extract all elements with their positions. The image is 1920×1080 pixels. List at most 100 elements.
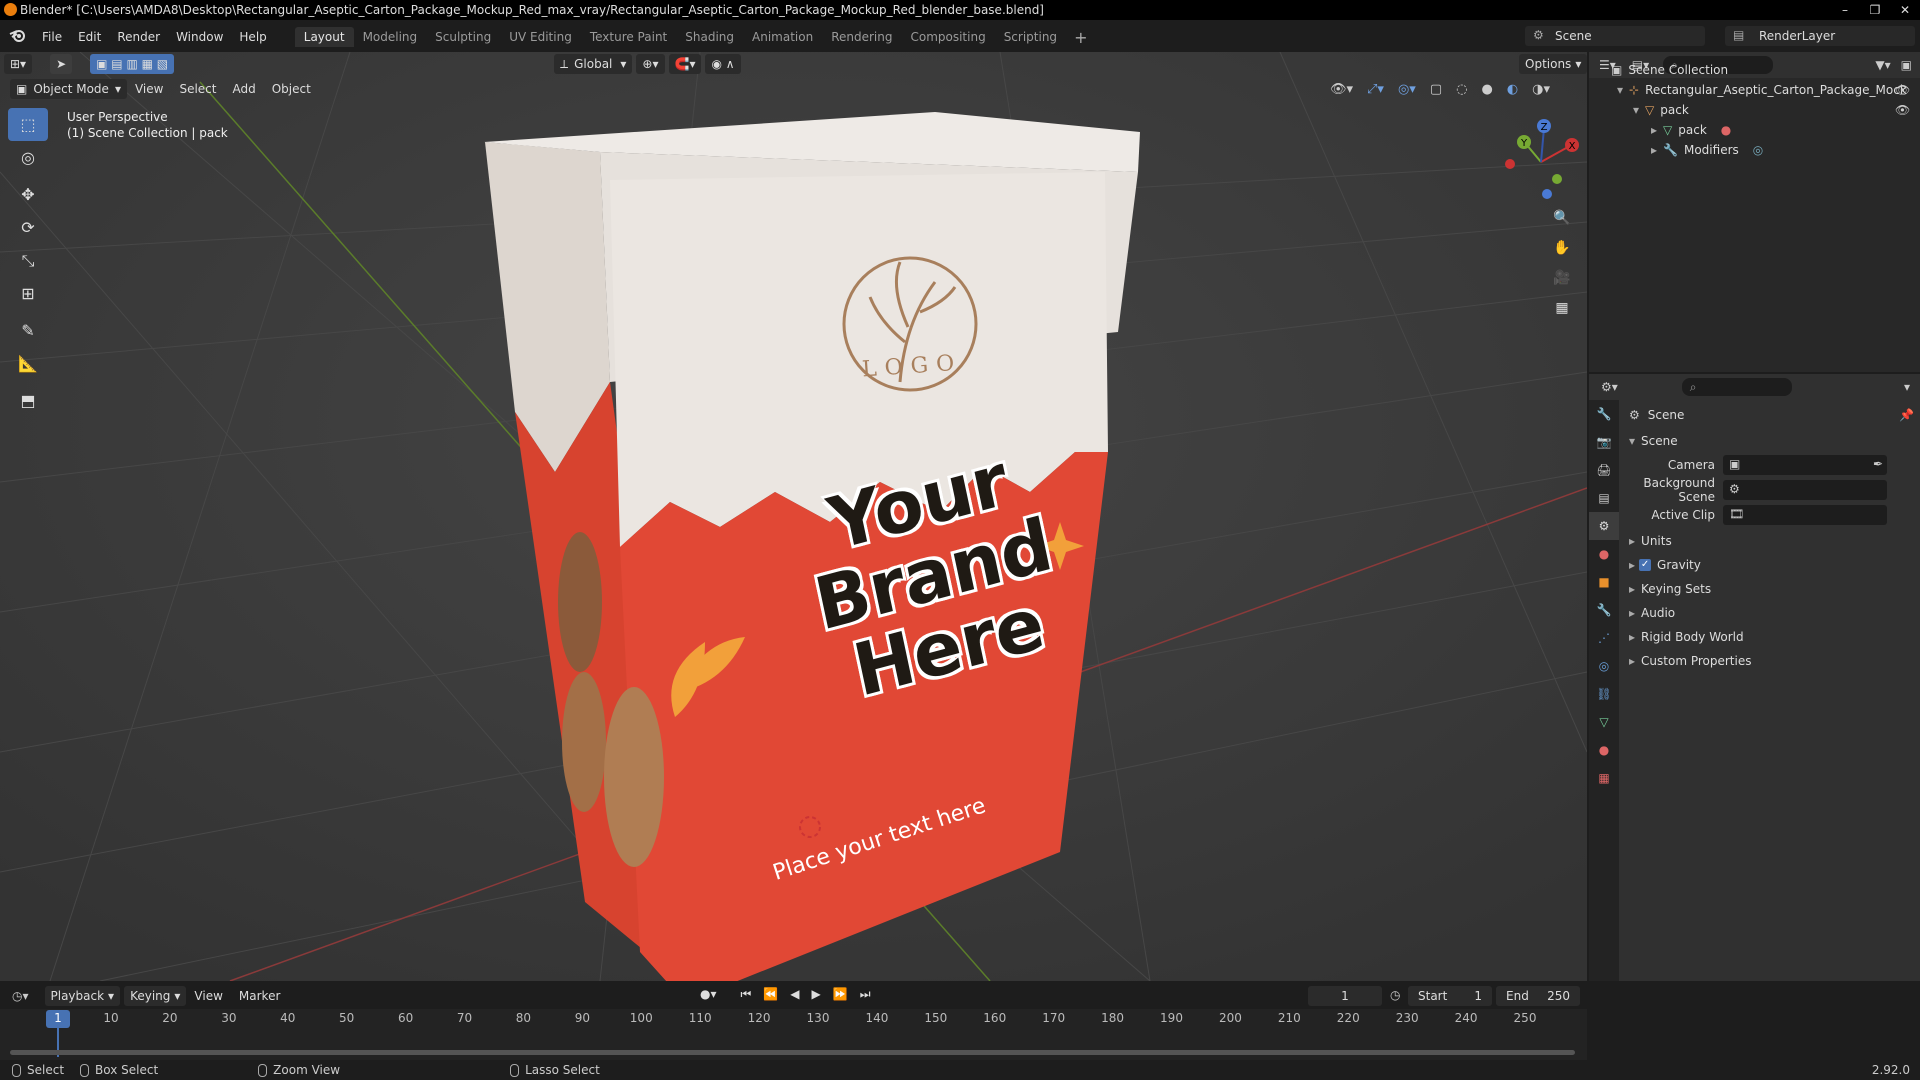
blender-logo-icon[interactable] bbox=[0, 28, 34, 46]
move-tool[interactable]: ✥ bbox=[8, 178, 48, 211]
keying-sets-panel-header[interactable]: ▸ Keying Sets bbox=[1629, 578, 1711, 600]
3d-viewport[interactable]: LOGO Your Brand Here Place your text her… bbox=[0, 52, 1587, 981]
timeline-menu-view[interactable]: View bbox=[186, 989, 230, 1003]
tab-sculpting[interactable]: Sculpting bbox=[426, 27, 500, 47]
rendered-shading-icon[interactable]: ◑▾ bbox=[1532, 82, 1550, 97]
rotate-tool[interactable]: ⟳ bbox=[8, 211, 48, 244]
minimize-button[interactable]: – bbox=[1830, 0, 1860, 20]
render-tab-icon[interactable]: 📷 bbox=[1589, 428, 1619, 456]
select-tool-button[interactable]: ➤ bbox=[50, 54, 73, 74]
menu-edit[interactable]: Edit bbox=[70, 30, 109, 44]
start-frame-field[interactable]: Start 1 bbox=[1408, 986, 1492, 1006]
outliner-item-modifiers[interactable]: ▸ 🔧 Modifiers ◎ bbox=[1651, 140, 1763, 160]
units-panel-header[interactable]: ▸ Units bbox=[1629, 530, 1672, 552]
visibility-icon[interactable]: 👁▾ bbox=[1330, 82, 1353, 97]
proportional-edit-toggle[interactable]: ◉ ∧ bbox=[705, 54, 741, 74]
object-tab-icon[interactable]: ■ bbox=[1589, 568, 1619, 596]
jump-start-icon[interactable]: ⏮ bbox=[741, 987, 752, 1002]
eyedropper-icon[interactable]: ✒ bbox=[1873, 457, 1883, 471]
transform-orientation-dropdown[interactable]: ⟂ Global ▾ bbox=[554, 54, 633, 74]
material-shading-icon[interactable]: ◐ bbox=[1507, 82, 1518, 97]
visibility-eye-icon[interactable]: 👁 bbox=[1895, 100, 1910, 120]
active-clip-field[interactable]: 🎞 bbox=[1723, 505, 1887, 525]
material-tab-icon[interactable]: ● bbox=[1589, 736, 1619, 764]
play-reverse-icon[interactable]: ◀ bbox=[790, 987, 799, 1002]
physics-tab-icon[interactable]: ◎ bbox=[1589, 652, 1619, 680]
zoom-icon[interactable]: 🔍 bbox=[1548, 204, 1576, 232]
gravity-panel-header[interactable]: ▸ ✓ Gravity bbox=[1629, 554, 1701, 576]
tab-texture-paint[interactable]: Texture Paint bbox=[581, 27, 676, 47]
visibility-eye-icon[interactable]: 👁 bbox=[1895, 80, 1910, 100]
outliner-item-pack-object[interactable]: ▾ ▽ pack 👁 bbox=[1633, 100, 1917, 120]
ortho-grid-icon[interactable]: ▦ bbox=[1548, 294, 1576, 322]
add-cube-tool[interactable]: ⬒ bbox=[8, 384, 48, 417]
menu-add[interactable]: Add bbox=[224, 82, 263, 96]
rigid-body-world-panel-header[interactable]: ▸ Rigid Body World bbox=[1629, 626, 1744, 648]
gizmo-icon[interactable]: ⤢▾ bbox=[1367, 82, 1384, 97]
editor-type-button[interactable]: ⊞▾ bbox=[4, 54, 33, 74]
pin-icon[interactable]: 📌 bbox=[1899, 408, 1914, 422]
constraints-tab-icon[interactable]: ⛓ bbox=[1589, 680, 1619, 708]
chevron-down-icon[interactable]: ▾ bbox=[1904, 380, 1910, 394]
overlays-icon[interactable]: ◎▾ bbox=[1398, 82, 1416, 97]
measure-tool[interactable]: 📐 bbox=[8, 347, 48, 380]
scene-selector[interactable]: ⚙ Scene bbox=[1525, 26, 1705, 46]
scene-panel-header[interactable]: ▾ Scene bbox=[1629, 430, 1678, 452]
tool-tab-icon[interactable]: 🔧 bbox=[1589, 400, 1619, 428]
end-frame-field[interactable]: End 250 bbox=[1496, 986, 1580, 1006]
navigation-gizmo[interactable]: X Y Z bbox=[1496, 112, 1586, 202]
options-dropdown[interactable]: Options ▾ bbox=[1519, 54, 1587, 74]
jump-end-icon[interactable]: ⏭ bbox=[860, 987, 871, 1002]
tab-animation[interactable]: Animation bbox=[743, 27, 822, 47]
menu-view[interactable]: View bbox=[127, 82, 171, 96]
tab-scripting[interactable]: Scripting bbox=[995, 27, 1066, 47]
tab-shading[interactable]: Shading bbox=[676, 27, 743, 47]
outliner-item-pack-mesh[interactable]: ▸ ▽ pack ● bbox=[1651, 120, 1731, 140]
outliner-item-carton-collection[interactable]: ▾ ⊹ Rectangular_Aseptic_Carton_Package_M… bbox=[1617, 80, 1917, 100]
tab-modeling[interactable]: Modeling bbox=[354, 27, 427, 47]
timeline-scrollbar[interactable] bbox=[10, 1050, 1575, 1055]
texture-tab-icon[interactable]: ▦ bbox=[1589, 764, 1619, 792]
audio-panel-header[interactable]: ▸ Audio bbox=[1629, 602, 1675, 624]
selection-mode-buttons[interactable]: ▣ ▤ ▥ ▦ ▧ bbox=[90, 54, 175, 74]
play-icon[interactable]: ▶ bbox=[812, 987, 821, 1002]
timeline-editor-icon[interactable]: ◷▾ bbox=[12, 989, 29, 1003]
solid-shading-icon[interactable]: ● bbox=[1481, 82, 1492, 97]
tab-uv-editing[interactable]: UV Editing bbox=[500, 27, 581, 47]
menu-window[interactable]: Window bbox=[168, 30, 231, 44]
new-collection-icon[interactable]: ▣ bbox=[1901, 58, 1912, 72]
background-scene-field[interactable]: ⚙ bbox=[1723, 480, 1887, 500]
menu-select[interactable]: Select bbox=[171, 82, 224, 96]
modifier-tab-icon[interactable]: 🔧 bbox=[1589, 596, 1619, 624]
annotate-tool[interactable]: ✎ bbox=[8, 314, 48, 347]
preview-range-icon[interactable]: ◷ bbox=[1390, 988, 1400, 1002]
world-tab-icon[interactable]: ● bbox=[1589, 540, 1619, 568]
camera-field[interactable]: ▣ ✒ bbox=[1723, 455, 1887, 475]
tab-compositing[interactable]: Compositing bbox=[901, 27, 994, 47]
properties-editor-icon[interactable]: ⚙▾ bbox=[1601, 380, 1618, 394]
particles-tab-icon[interactable]: ⋰ bbox=[1589, 624, 1619, 652]
snap-toggle[interactable]: 🧲▾ bbox=[668, 54, 702, 74]
select-box-tool[interactable]: ⬚ bbox=[8, 108, 48, 141]
tab-rendering[interactable]: Rendering bbox=[822, 27, 901, 47]
keying-dropdown[interactable]: Keying ▾ bbox=[124, 986, 187, 1006]
object-mode-dropdown[interactable]: ▣ Object Mode ▾ bbox=[10, 79, 127, 99]
data-tab-icon[interactable]: ▽ bbox=[1589, 708, 1619, 736]
menu-file[interactable]: File bbox=[34, 30, 70, 44]
outliner-scene-collection[interactable]: ▣ Scene Collection bbox=[1611, 60, 1728, 80]
add-workspace-button[interactable]: + bbox=[1066, 28, 1095, 47]
properties-search-input[interactable]: ⌕ bbox=[1681, 378, 1792, 396]
pivot-point-dropdown[interactable]: ⊕▾ bbox=[636, 54, 665, 74]
playback-dropdown[interactable]: Playback ▾ bbox=[44, 986, 121, 1006]
record-icon[interactable]: ●▾ bbox=[700, 987, 717, 1002]
next-keyframe-icon[interactable]: ⏩ bbox=[833, 987, 848, 1002]
tab-layout[interactable]: Layout bbox=[294, 27, 354, 47]
timeline-menu-marker[interactable]: Marker bbox=[231, 989, 288, 1003]
pan-hand-icon[interactable]: ✋ bbox=[1548, 234, 1576, 262]
transform-tool[interactable]: ⊞ bbox=[8, 277, 48, 310]
gravity-checkbox[interactable]: ✓ bbox=[1639, 559, 1652, 571]
camera-view-icon[interactable]: 🎥 bbox=[1548, 264, 1576, 292]
timeline-ruler[interactable]: 1 10 20 30 40 50 60 70 80 90 100 110 120 130 140 150 160… bbox=[0, 1009, 1587, 1057]
xray-icon[interactable]: ▢ bbox=[1430, 82, 1442, 97]
filter-icon[interactable]: ▼▾ bbox=[1875, 58, 1890, 72]
